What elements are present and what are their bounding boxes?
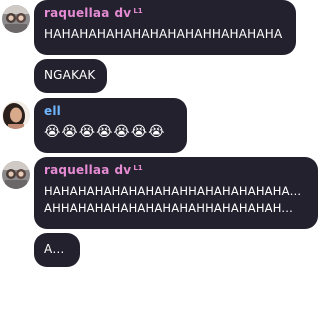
avatar-image bbox=[2, 5, 30, 33]
username-level: L1 bbox=[133, 164, 143, 172]
message-bubble[interactable]: raquellaa dv L1 HAHAHAHAHAHAHAHAHHAHAHAH… bbox=[34, 157, 318, 229]
username-badge: dv bbox=[114, 163, 132, 177]
message-text: HAHAHAHAHAHAHAHAHAHHAHAHAHA bbox=[44, 27, 283, 41]
avatar[interactable] bbox=[2, 101, 30, 129]
message-text: NGAKAK bbox=[44, 68, 96, 82]
message-text: HAHAHAHAHAHAHAHAHHAHAHAHAHAHAH... bbox=[44, 184, 308, 198]
avatar[interactable] bbox=[2, 161, 30, 189]
username-text: ell bbox=[44, 104, 61, 118]
username-text: raquellaa bbox=[44, 163, 110, 177]
username-badge: dv bbox=[114, 6, 132, 20]
chat-thread: raquellaa dv L1 HAHAHAHAHAHAHAHAHAHHAHAH… bbox=[0, 0, 320, 319]
username-level: L1 bbox=[133, 7, 143, 15]
message-bubble[interactable]: raquellaa dv L1 HAHAHAHAHAHAHAHAHAHHAHAH… bbox=[34, 0, 296, 55]
avatar-image bbox=[2, 161, 30, 189]
message-text: AHHAHAHAHAHAHAHAHAHHAHAHAHAH... bbox=[44, 201, 293, 215]
username-text: raquellaa bbox=[44, 6, 110, 20]
message-text: ANJF bbox=[44, 242, 70, 256]
avatar[interactable] bbox=[2, 5, 30, 33]
message-bubble[interactable]: NGAKAK bbox=[34, 59, 107, 93]
username[interactable]: raquellaa dv L1 bbox=[44, 163, 308, 178]
emoji-message: 😭😭😭😭😭😭😭 bbox=[44, 124, 166, 140]
username[interactable]: ell bbox=[44, 104, 177, 119]
avatar-image bbox=[2, 101, 30, 129]
message-bubble[interactable]: ell 😭😭😭😭😭😭😭 bbox=[34, 98, 187, 153]
username[interactable]: raquellaa dv L1 bbox=[44, 6, 286, 21]
message-bubble[interactable]: ANJF bbox=[34, 233, 80, 267]
